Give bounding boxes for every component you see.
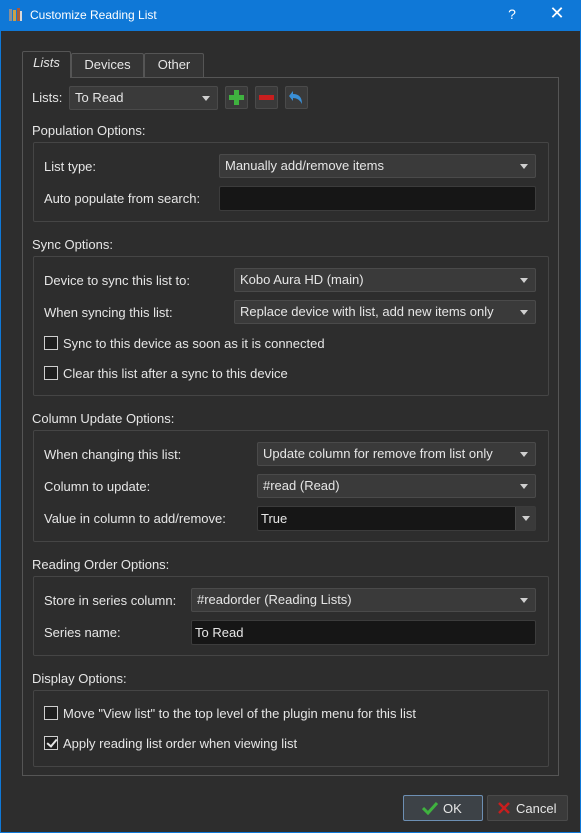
lists-combo-value: To Read	[75, 90, 124, 105]
tab-other-label: Other	[157, 57, 191, 72]
auto-populate-input[interactable]	[219, 186, 536, 211]
chevron-down-icon	[520, 310, 528, 315]
reading-order-options-title: Reading Order Options:	[32, 557, 170, 572]
apply-order-checkbox[interactable]	[44, 736, 58, 750]
value-in-column-editcombo[interactable]: True	[257, 506, 536, 531]
store-series-value: #readorder (Reading Lists)	[197, 592, 352, 607]
add-list-icon	[229, 90, 244, 105]
list-type-combo[interactable]: Manually add/remove items	[219, 154, 536, 178]
when-syncing-value: Replace device with list, add new items …	[240, 304, 494, 319]
when-changing-label: When changing this list:	[44, 447, 182, 462]
chevron-down-icon	[520, 598, 528, 603]
tab-lists-label: Lists	[33, 55, 60, 70]
device-label: Device to sync this list to:	[44, 273, 190, 288]
column-to-update-combo[interactable]: #read (Read)	[257, 474, 536, 498]
lists-label: Lists:	[32, 90, 63, 105]
store-series-combo[interactable]: #readorder (Reading Lists)	[191, 588, 536, 612]
list-type-value: Manually add/remove items	[225, 158, 384, 173]
list-type-label: List type:	[44, 159, 97, 174]
series-name-input[interactable]: To Read	[191, 620, 536, 645]
move-view-list-checkbox[interactable]	[44, 706, 58, 720]
chevron-down-icon	[522, 516, 530, 521]
display-options-title: Display Options:	[32, 671, 127, 686]
sync-options-title: Sync Options:	[32, 237, 113, 252]
ok-button[interactable]: OK	[403, 795, 483, 821]
sync-connected-checkbox[interactable]	[44, 336, 58, 350]
value-in-column-label: Value in column to add/remove:	[44, 511, 226, 526]
move-view-list-label[interactable]: Move "View list" to the top level of the…	[63, 706, 416, 721]
chevron-down-icon	[520, 452, 528, 457]
rename-list-button[interactable]	[285, 86, 308, 109]
window-title: Customize Reading List	[30, 8, 157, 22]
help-button[interactable]: ?	[505, 6, 519, 22]
when-changing-combo[interactable]: Update column for remove from list only	[257, 442, 536, 466]
clear-after-sync-label[interactable]: Clear this list after a sync to this dev…	[63, 366, 288, 381]
when-syncing-combo[interactable]: Replace device with list, add new items …	[234, 300, 536, 324]
value-in-column-value: True	[261, 511, 288, 526]
add-list-button[interactable]	[225, 86, 248, 109]
apply-order-label[interactable]: Apply reading list order when viewing li…	[63, 736, 297, 751]
tab-lists[interactable]: Lists	[22, 51, 71, 78]
cancel-button[interactable]: Cancel	[487, 795, 568, 821]
tab-devices[interactable]: Devices	[71, 53, 144, 77]
chevron-down-icon	[202, 96, 210, 101]
close-button[interactable]: ✕	[548, 3, 566, 24]
column-update-options-title: Column Update Options:	[32, 411, 175, 426]
when-changing-value: Update column for remove from list only	[263, 446, 493, 461]
calibre-books-icon	[9, 8, 22, 21]
column-to-update-value: #read (Read)	[263, 478, 340, 493]
auto-populate-label: Auto populate from search:	[44, 191, 201, 206]
when-syncing-label: When syncing this list:	[44, 305, 173, 320]
chevron-down-icon	[520, 164, 528, 169]
checkmark-icon	[422, 801, 438, 815]
cancel-x-icon	[498, 802, 510, 814]
clear-after-sync-checkbox[interactable]	[44, 366, 58, 380]
remove-list-button[interactable]	[255, 86, 278, 109]
tab-devices-label: Devices	[84, 57, 131, 72]
value-dropdown-button[interactable]	[515, 507, 535, 530]
series-name-label: Series name:	[44, 625, 121, 640]
lists-combo[interactable]: To Read	[69, 86, 218, 110]
title-bar: Customize Reading List ? ✕	[0, 0, 581, 31]
device-value: Kobo Aura HD (main)	[240, 272, 364, 287]
ok-label: OK	[443, 801, 462, 816]
chevron-down-icon	[520, 484, 528, 489]
chevron-down-icon	[520, 278, 528, 283]
display-options-group	[33, 690, 549, 767]
cancel-label: Cancel	[516, 801, 557, 816]
rename-list-icon	[289, 91, 302, 104]
column-to-update-label: Column to update:	[44, 479, 151, 494]
tab-other[interactable]: Other	[144, 53, 204, 77]
remove-list-icon	[259, 95, 274, 100]
store-series-label: Store in series column:	[44, 593, 177, 608]
population-options-title: Population Options:	[32, 123, 146, 138]
device-combo[interactable]: Kobo Aura HD (main)	[234, 268, 536, 292]
sync-connected-label[interactable]: Sync to this device as soon as it is con…	[63, 336, 325, 351]
